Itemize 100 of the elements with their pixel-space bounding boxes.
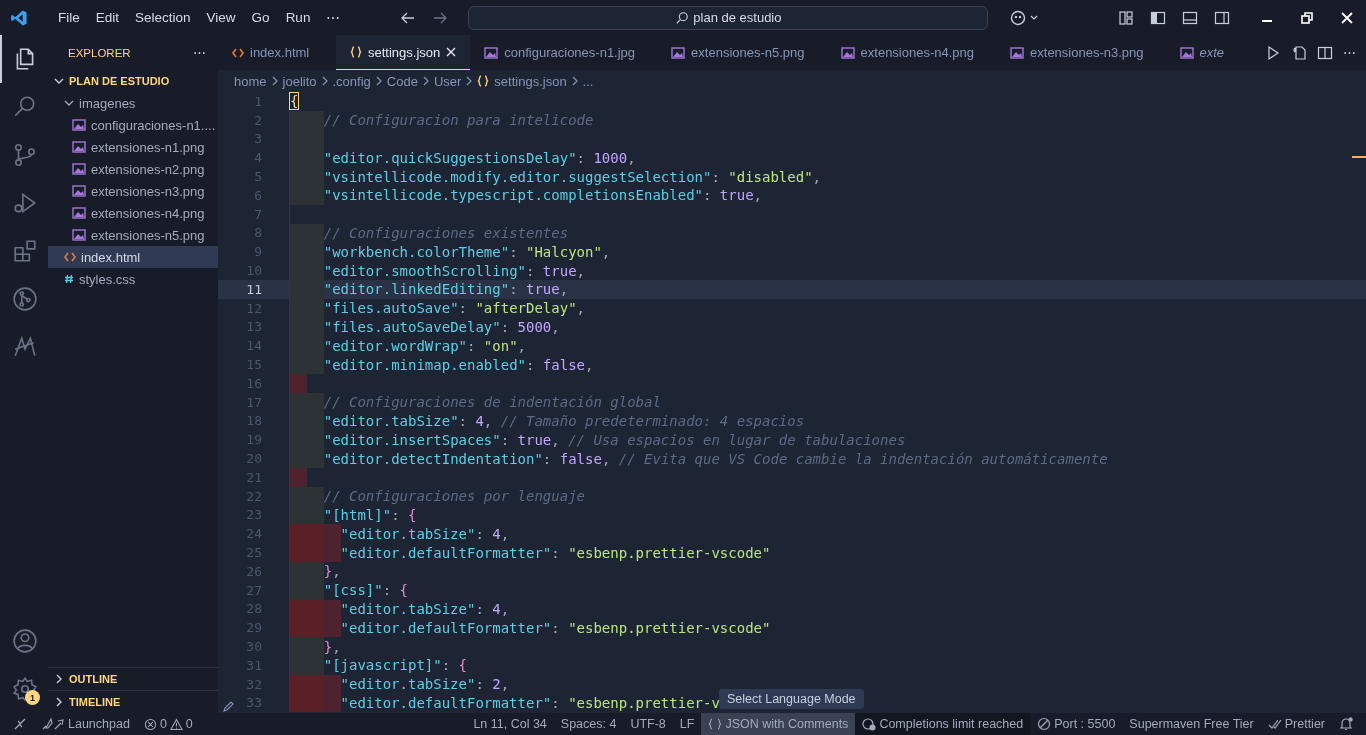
- code-comment: // Configuracion para intelicode: [323, 111, 594, 130]
- explorer-entry[interactable]: extensiones-n3.png: [48, 180, 218, 202]
- line-number: 7: [253, 206, 263, 222]
- status-item[interactable]: Ln 11, Col 34: [466, 713, 554, 735]
- line-number: 5: [253, 169, 263, 185]
- editor-tab[interactable]: settings.json: [336, 35, 471, 70]
- editor-tab[interactable]: extensiones-n3.png: [996, 35, 1166, 70]
- line-number: 4: [253, 150, 263, 166]
- breadcrumb-item[interactable]: User: [433, 73, 462, 89]
- breadcrumb-item[interactable]: .config: [332, 73, 371, 89]
- notification-badge: 1: [25, 690, 40, 705]
- code-line: "editor.tabSize": 4, // Tamaño predeterminado: 4 espacios: [323, 411, 805, 431]
- problems-button[interactable]: 0 0: [136, 713, 200, 735]
- explorer-entry[interactable]: styles.css: [48, 268, 218, 290]
- line-number: 25: [245, 545, 263, 560]
- launchpad-button[interactable]: Launchpad: [34, 713, 137, 735]
- split-editor-icon[interactable]: [1317, 44, 1333, 61]
- line-number: 16: [245, 375, 263, 391]
- editor-tab[interactable]: extensiones-n5.png: [657, 35, 827, 70]
- line-number: 12: [245, 300, 263, 316]
- gear-icon[interactable]: [12, 676, 38, 702]
- editor-tab[interactable]: extensiones-n4.png: [826, 35, 997, 70]
- explorer-entry[interactable]: configuraciones-n1....: [48, 114, 218, 136]
- editor-tab[interactable]: index.html: [218, 35, 336, 70]
- image-file-icon: [72, 185, 86, 197]
- code-line: },: [323, 637, 341, 656]
- panel-header[interactable]: OUTLINE: [48, 667, 218, 690]
- code-line: "vsintellicode.typescript.completionsEnabled": true,: [323, 186, 762, 205]
- explorer-entry[interactable]: extensiones-n5.png: [48, 224, 218, 246]
- code-line: "vsintellicode.modify.editor.suggestSelection": "disabled",: [323, 167, 822, 186]
- menu-item[interactable]: Go: [243, 6, 278, 29]
- account-icon[interactable]: [12, 628, 38, 654]
- editor-tab[interactable]: configuraciones-n1.jpg: [470, 35, 658, 70]
- chevron-right-icon: [465, 76, 474, 86]
- code-line: "editor.wordWrap": "on",: [323, 336, 526, 356]
- remote-icon: [13, 717, 27, 731]
- restore-icon[interactable]: [1300, 10, 1314, 25]
- status-item[interactable]: UTF-8: [623, 713, 673, 735]
- menu-item[interactable]: Edit: [87, 6, 128, 29]
- explorer-entry[interactable]: extensiones-n4.png: [48, 202, 218, 224]
- code-brackets-icon: [64, 252, 76, 262]
- breadcrumb-item[interactable]: joelito: [282, 73, 317, 89]
- chevron-down-icon: [54, 76, 64, 86]
- line-number: 2: [253, 112, 263, 128]
- line-number: 19: [245, 432, 263, 448]
- line-number: 10: [245, 263, 263, 279]
- breadcrumb-item[interactable]: home: [234, 73, 267, 89]
- breadcrumb-item[interactable]: Code: [386, 73, 418, 89]
- line-number: 32: [245, 676, 263, 692]
- breadcrumb-item[interactable]: settings.json: [477, 73, 567, 89]
- open-changes-icon[interactable]: [1291, 44, 1307, 61]
- status-item[interactable]: Spaces: 4: [553, 713, 624, 735]
- editor-tab[interactable]: exte: [1165, 35, 1229, 70]
- more-actions-button[interactable]: ⋯: [1343, 45, 1356, 60]
- explorer-entry[interactable]: extensiones-n2.png: [48, 158, 218, 180]
- status-item[interactable]: Completions limit reached: [855, 713, 1031, 735]
- code-line: "[javascript]": {: [323, 656, 467, 675]
- run-icon[interactable]: [1265, 44, 1281, 61]
- code-line: "files.autoSaveDelay": 5000,: [323, 317, 560, 337]
- layout-icon[interactable]: [1118, 9, 1134, 26]
- explorer-entry[interactable]: extensiones-n1.png: [48, 136, 218, 158]
- toggle-secondary-sidebar-icon[interactable]: [1214, 9, 1230, 26]
- code-line: },: [323, 562, 341, 581]
- line-number: 14: [245, 338, 263, 354]
- more-actions-button[interactable]: ⋯: [193, 45, 206, 60]
- image-file-icon: [671, 46, 686, 59]
- image-file-icon: [1010, 46, 1025, 59]
- folder-tree-row[interactable]: imagenes: [48, 92, 218, 114]
- error-icon: [143, 717, 157, 731]
- chevron-right-icon: [570, 76, 579, 86]
- status-item[interactable]: Supermaven Free Tier: [1122, 713, 1261, 735]
- status-item[interactable]: Prettier: [1260, 713, 1332, 735]
- line-number: 28: [245, 601, 263, 617]
- line-number: 33: [245, 695, 263, 711]
- explorer-entry[interactable]: index.html: [48, 246, 218, 268]
- breadcrumb-item[interactable]: ...: [582, 73, 594, 89]
- menu-item[interactable]: Selection: [127, 6, 199, 29]
- code-line: "editor.defaultFormatter": "esbenp.prettier-v: [340, 693, 720, 713]
- menu-item[interactable]: View: [198, 6, 244, 29]
- code-line: "editor.quickSuggestionsDelay": 1000,: [323, 148, 636, 168]
- status-item[interactable]: LF: [672, 713, 702, 735]
- toggle-panel-icon[interactable]: [1182, 9, 1198, 26]
- line-number: 21: [245, 469, 263, 485]
- status-item[interactable]: JSON with Comments: [701, 713, 856, 735]
- toggle-sidebar-icon[interactable]: [1150, 9, 1166, 26]
- line-number: 17: [245, 394, 263, 410]
- braces-icon: [350, 46, 362, 58]
- folder-section-header[interactable]: PLAN DE ESTUDIO: [48, 70, 218, 92]
- line-number: 27: [245, 582, 263, 598]
- braces-icon: [708, 717, 723, 731]
- status-item[interactable]: Port : 5500: [1030, 713, 1123, 735]
- line-number: 24: [245, 526, 263, 542]
- indent-highlight: [290, 637, 324, 656]
- prohibited-icon: [1037, 717, 1052, 731]
- command-center-search[interactable]: plan de estudio: [468, 5, 989, 30]
- code-line: "editor.defaultFormatter": "esbenp.prettier-vscode": [340, 618, 771, 638]
- menu-item[interactable]: ⋯: [318, 6, 349, 29]
- close-icon[interactable]: [446, 47, 457, 57]
- menu-item[interactable]: File: [50, 6, 88, 29]
- menu-item[interactable]: Run: [277, 6, 319, 29]
